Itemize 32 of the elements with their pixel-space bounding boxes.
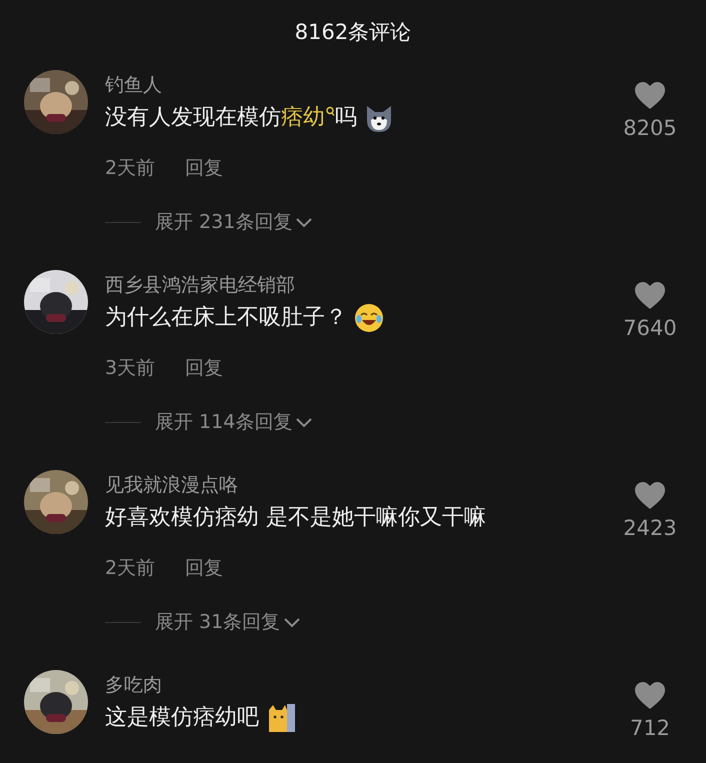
reply-link[interactable]: 回复 — [185, 153, 224, 183]
like-count: 7640 — [623, 315, 677, 341]
reply-link[interactable]: 回复 — [185, 553, 224, 583]
comment-time: 3天前 — [105, 356, 156, 381]
like-count: 2423 — [623, 515, 677, 541]
heart-icon[interactable] — [634, 82, 666, 110]
chevron-down-icon — [283, 616, 302, 628]
search-link[interactable]: 痞幼 — [281, 105, 335, 130]
user-name[interactable]: 西乡县鸿浩家电经销部 — [105, 270, 295, 300]
chevron-down-icon — [295, 416, 314, 428]
like-count: 712 — [630, 715, 670, 741]
reply-link[interactable]: 回复 — [185, 353, 224, 383]
comment-text: 这是模仿痞幼吧 — [105, 704, 259, 732]
chevron-down-icon — [295, 216, 314, 228]
expand-replies-link[interactable]: 展开 31条回复 — [155, 607, 280, 637]
like-count: 8205 — [623, 115, 677, 141]
comment-text: 没有人发现在模仿痞幼 吗 — [105, 104, 357, 132]
expand-replies-link[interactable]: 展开 114条回复 — [155, 407, 292, 437]
comment-time: 2天前 — [105, 156, 156, 181]
user-name[interactable]: 多吃肉 — [105, 670, 162, 700]
expand-replies-link[interactable]: 展开 231条回复 — [155, 207, 292, 237]
comments-title: 8162条评论 — [294, 19, 412, 46]
user-name[interactable]: 钓鱼人 — [105, 70, 162, 100]
heart-icon[interactable] — [634, 282, 666, 310]
comment-time: 2天前 — [105, 556, 156, 581]
comment-text: 好喜欢模仿痞幼 是不是她干嘛你又干嘛 — [105, 504, 486, 532]
user-name[interactable]: 见我就浪漫点咯 — [105, 470, 238, 500]
heart-icon[interactable] — [634, 482, 666, 510]
comment-text: 为什么在床上不吸肚子？ — [105, 304, 347, 332]
heart-icon[interactable] — [634, 682, 666, 710]
search-icon — [325, 106, 335, 118]
laughing-face-icon — [353, 302, 385, 334]
